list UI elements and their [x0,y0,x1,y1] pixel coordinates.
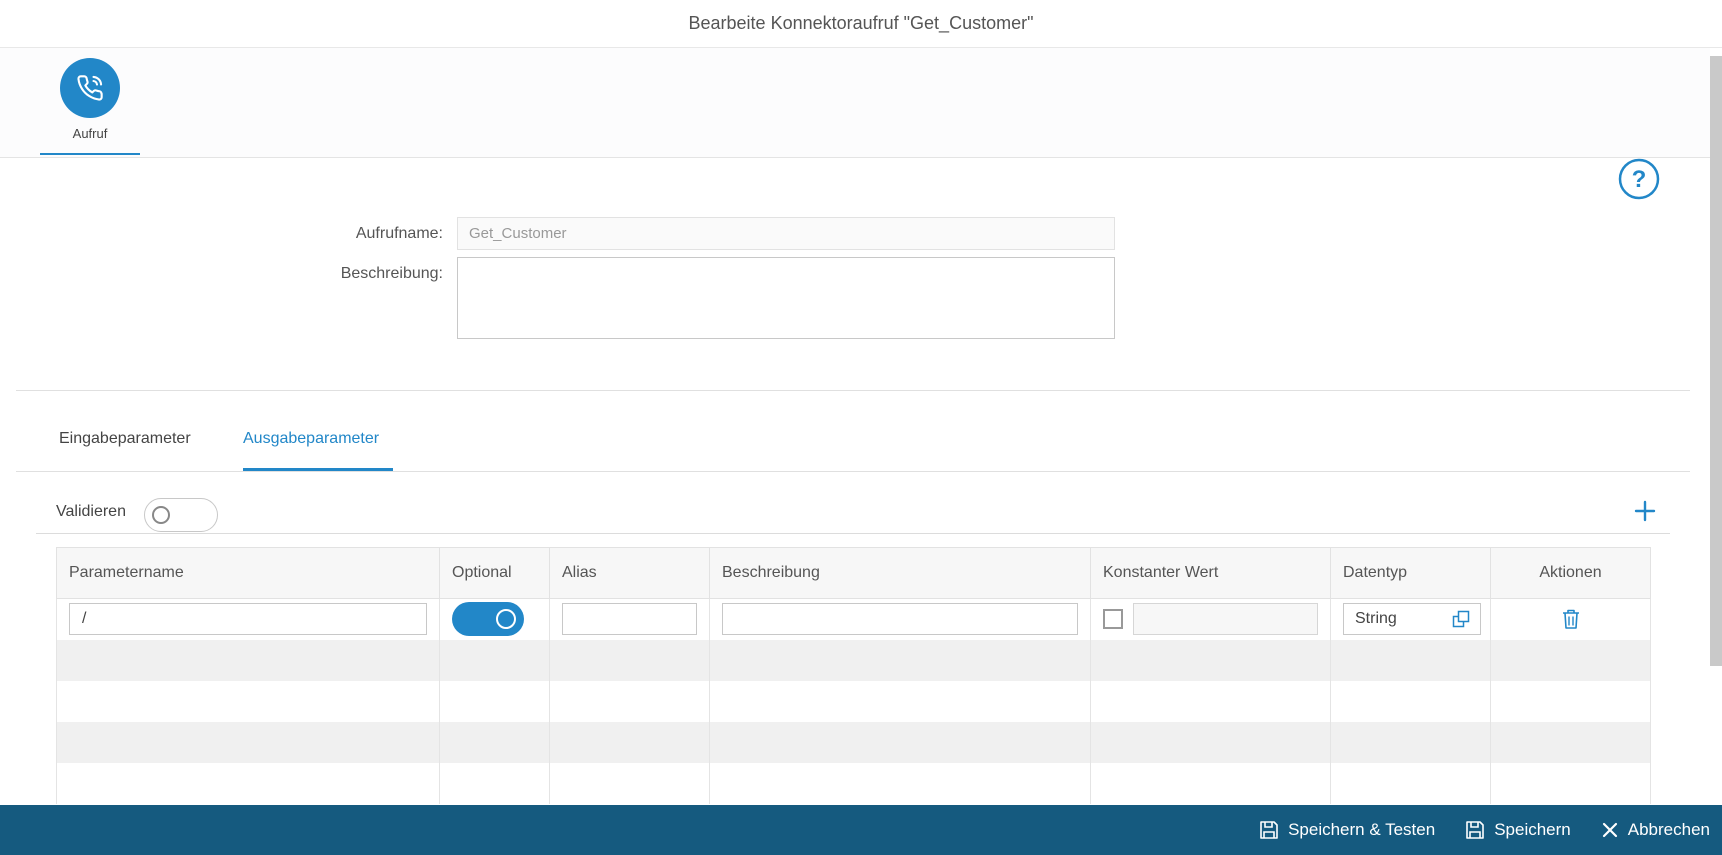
alias-input[interactable] [562,603,697,636]
name-input[interactable] [457,217,1115,250]
description-label: Beschreibung: [340,265,443,282]
header-datentyp[interactable]: Datentyp [1330,547,1491,599]
footer-bar: Speichern & Testen Speichern Abbrechen [0,805,1722,855]
add-parameter-button[interactable] [1632,498,1658,528]
save-and-test-button[interactable]: Speichern & Testen [1259,820,1435,840]
help-icon[interactable]: ? [1618,158,1660,200]
floppy-disk-icon [1260,821,1278,839]
validate-label: Validieren [56,503,126,520]
optional-toggle[interactable] [452,602,524,637]
datentyp-value: String [1355,610,1397,628]
section-divider [16,390,1690,391]
table-row [56,721,1651,763]
validate-toggle[interactable] [144,498,218,532]
floppy-disk-icon [1466,821,1485,839]
tab-ausgabeparameter[interactable]: Ausgabeparameter [243,430,379,448]
table-row [56,639,1651,681]
konstant-checkbox[interactable] [1103,609,1123,630]
konstant-value-input[interactable] [1133,603,1318,636]
table-header-row: Parametername Optional Alias Beschreibun… [56,547,1651,599]
header-aktionen: Aktionen [1490,547,1651,599]
window-title: Bearbeite Konnektoraufruf "Get_Customer" [0,0,1722,48]
step-label: Aufruf [72,126,108,141]
toggle-knob [152,506,170,524]
close-icon [1602,822,1617,838]
parametername-input[interactable] [69,603,427,636]
beschreibung-input[interactable] [722,603,1078,636]
phone-icon [60,58,120,118]
datentyp-select[interactable]: String [1343,603,1481,636]
table-top-line [36,533,1670,534]
vertical-scrollbar[interactable] [1710,56,1722,666]
toggle-knob [496,609,516,630]
table-row: String [56,598,1651,640]
cancel-label: Abbrechen [1627,820,1710,839]
table-row [56,680,1651,722]
save-label: Speichern [1494,820,1571,839]
save-and-test-label: Speichern & Testen [1288,820,1436,839]
step-active-indicator [40,153,140,155]
step-aufruf[interactable]: Aufruf [40,58,140,158]
tab-eingabeparameter[interactable]: Eingabeparameter [59,430,191,448]
open-external-icon [1452,611,1470,628]
trash-icon [1562,609,1579,630]
header-optional[interactable]: Optional [439,547,550,599]
header-parametername[interactable]: Parametername [56,547,440,599]
description-textarea[interactable] [457,257,1115,339]
delete-row-button[interactable] [1503,608,1638,630]
name-label: Aufrufname: [355,225,443,242]
cancel-button[interactable]: Abbrechen [1601,820,1710,840]
svg-text:?: ? [1632,166,1647,193]
table-row [56,762,1651,804]
parameters-table: Parametername Optional Alias Beschreibun… [56,547,1651,804]
plus-icon [1634,500,1656,522]
save-button[interactable]: Speichern [1465,820,1571,840]
header-beschreibung[interactable]: Beschreibung [709,547,1091,599]
step-bar: Aufruf [0,48,1710,158]
header-alias[interactable]: Alias [549,547,710,599]
tabs-divider [16,471,1690,472]
header-konstanter-wert[interactable]: Konstanter Wert [1090,547,1331,599]
